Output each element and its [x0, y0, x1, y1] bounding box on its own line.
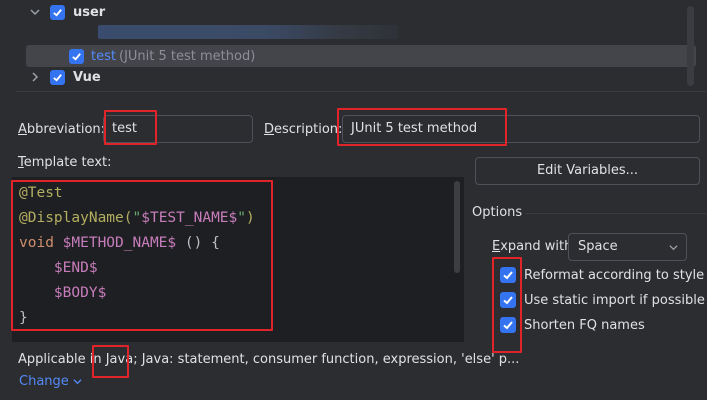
expand-with-value: Space [578, 239, 618, 254]
template-code: @Test @DisplayName("$TEST_NAME$") void $… [19, 185, 255, 326]
chevron-right-icon[interactable] [29, 71, 41, 83]
expand-with-select[interactable]: Space [568, 233, 687, 261]
checkbox-test[interactable] [69, 48, 84, 64]
template-text-label: Template text: [18, 155, 112, 170]
static-import-checkbox[interactable] [500, 292, 516, 308]
blurred-entry [98, 25, 398, 39]
chevron-down-icon [73, 379, 82, 385]
description-label: Description: [264, 122, 343, 137]
tree-scrollbar[interactable] [687, 6, 694, 86]
tree-group-label: Vue [73, 69, 101, 85]
static-import-label: Use static import if possible [524, 293, 705, 308]
tree-item-description: (JUnit 5 test method) [119, 48, 256, 64]
tree-item-label: test [91, 48, 116, 64]
shorten-fq-checkbox[interactable] [500, 317, 516, 333]
chevron-down-icon[interactable] [29, 6, 41, 18]
tree-group-vue[interactable]: Vue [16, 66, 706, 88]
reformat-label: Reformat according to style [524, 268, 705, 283]
expand-with-label: Expand with [492, 239, 573, 254]
reformat-checkbox[interactable] [500, 267, 516, 283]
abbreviation-label: Abbreviation: [18, 122, 106, 137]
change-link[interactable]: Change [19, 374, 82, 389]
template-editor[interactable]: @Test @DisplayName("$TEST_NAME$") void $… [12, 177, 464, 342]
options-separator [526, 213, 706, 214]
checkbox-user[interactable] [50, 4, 65, 20]
abbreviation-input[interactable]: test [103, 115, 253, 143]
tree-group-user[interactable]: user [16, 1, 706, 23]
shorten-fq-label: Shorten FQ names [524, 318, 645, 333]
edit-variables-button[interactable]: Edit Variables... [475, 157, 700, 185]
tree-group-label: user [73, 4, 106, 20]
applicable-in-text: Applicable in Java; Java: statement, con… [18, 352, 520, 367]
template-tree[interactable]: user test (JUnit 5 test method) Vue [16, 0, 706, 92]
editor-scrollbar[interactable] [454, 181, 460, 273]
chevron-down-icon [669, 245, 678, 251]
description-input[interactable]: JUnit 5 test method [342, 115, 700, 143]
checkbox-vue[interactable] [50, 69, 65, 85]
options-title: Options [472, 205, 523, 220]
tree-item-test[interactable]: test (JUnit 5 test method) [26, 45, 696, 67]
